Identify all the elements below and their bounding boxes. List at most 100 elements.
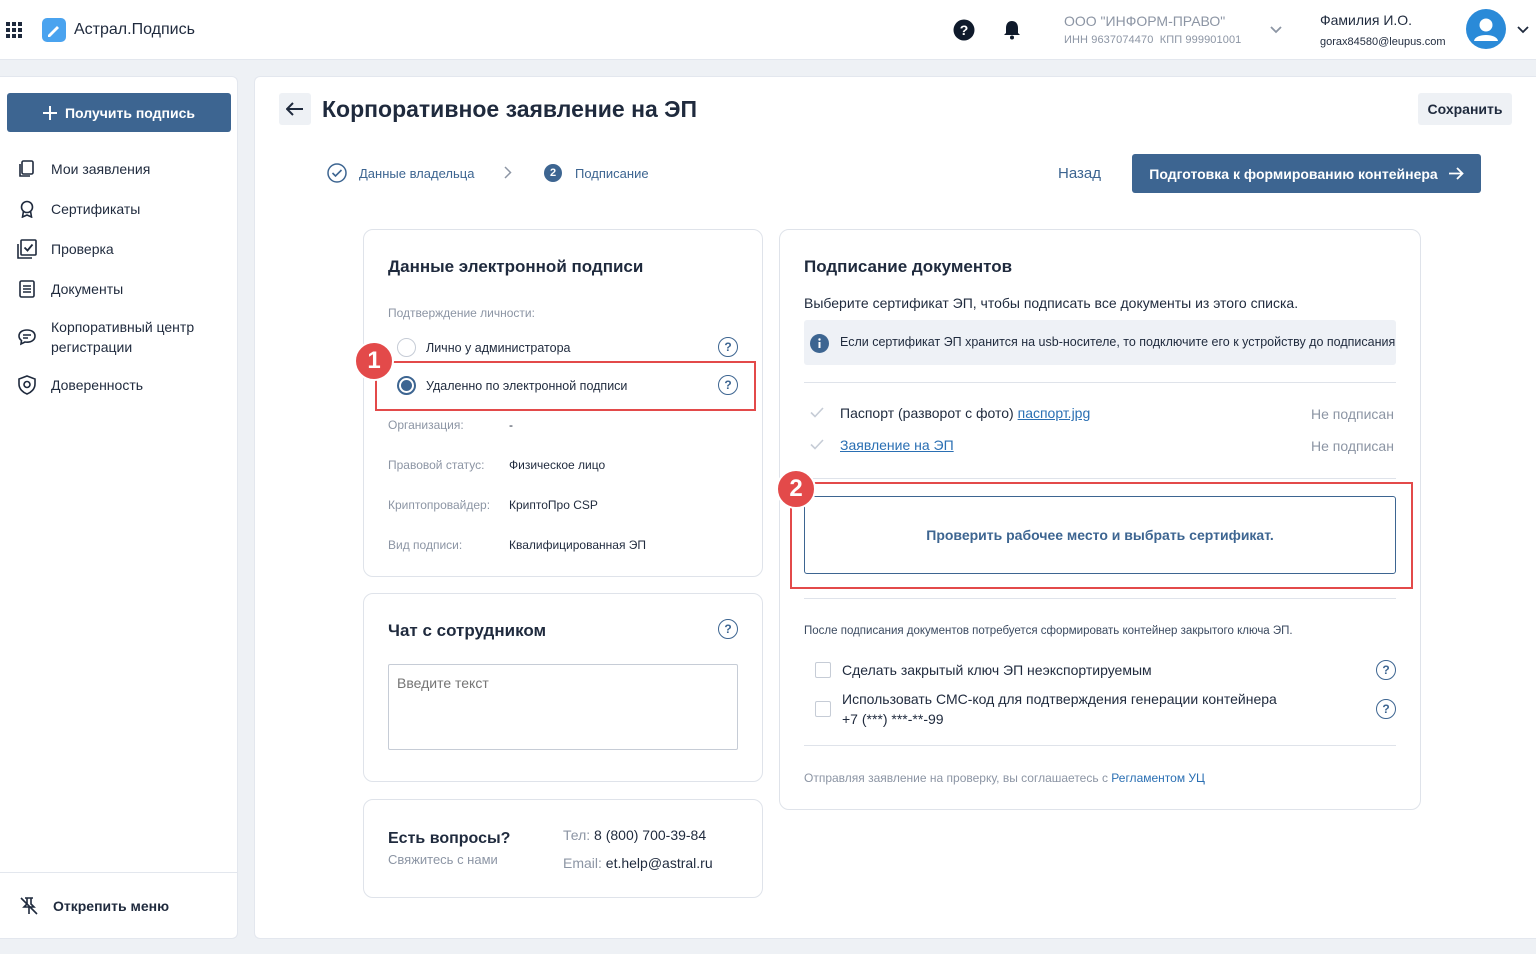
sidebar-item-corporate-center[interactable]: Корпоративный центр регистрации	[16, 317, 231, 357]
document-status: Не подписан	[1311, 406, 1394, 422]
avatar[interactable]	[1466, 9, 1506, 49]
sidebar-divider	[0, 872, 238, 873]
field-label-crypto-provider: Криптопровайдер:	[388, 498, 491, 512]
chat-message-input[interactable]	[388, 664, 738, 750]
org-inn: ИНН 9637074470	[1064, 34, 1154, 46]
arrow-left-icon	[286, 102, 303, 116]
apps-grid-icon[interactable]	[6, 22, 22, 38]
bell-icon[interactable]	[1003, 20, 1021, 40]
shield-icon	[16, 375, 38, 395]
email-row: Email: et.help@astral.ru	[563, 855, 713, 871]
divider	[804, 382, 1396, 383]
brand-name[interactable]: Астрал.Подпись	[74, 21, 195, 39]
check-workplace-label: Проверить рабочее место и выбрать сертиф…	[926, 527, 1274, 543]
email-label: Email:	[563, 855, 602, 871]
step-marker-1: 1	[354, 341, 394, 381]
help-in-person-icon[interactable]: ?	[718, 337, 738, 357]
contacts-subtitle: Свяжитесь с нами	[388, 852, 498, 867]
sidebar-item-label: Сертификаты	[51, 201, 141, 217]
sms-code-checkbox[interactable]	[815, 701, 831, 717]
regulations-link[interactable]: Регламентом УЦ	[1111, 771, 1205, 785]
step-owner-data[interactable]: Данные владельца	[359, 166, 474, 181]
radio-in-person[interactable]	[397, 338, 416, 357]
non-exportable-checkbox[interactable]	[815, 662, 831, 678]
document-link[interactable]: паспорт.jpg	[1018, 405, 1091, 421]
prepare-container-label: Подготовка к формированию контейнера	[1149, 165, 1438, 182]
step-number: 2	[549, 167, 557, 179]
sidebar-item-power-of-attorney[interactable]: Доверенность	[16, 375, 231, 395]
sidebar-item-certificates[interactable]: Сертификаты	[16, 199, 231, 219]
award-icon	[16, 199, 38, 219]
non-exportable-label[interactable]: Сделать закрытый ключ ЭП неэкспортируемы…	[842, 662, 1152, 678]
sidebar-item-documents[interactable]: Документы	[16, 279, 231, 299]
field-value-legal-status: Физическое лицо	[509, 458, 606, 472]
chevron-right-icon	[504, 166, 512, 179]
save-button[interactable]: Сохранить	[1418, 93, 1512, 125]
document-name: Паспорт (разворот с фото)	[840, 405, 1014, 421]
chat-help-icon[interactable]: ?	[718, 619, 738, 639]
field-label-legal-status: Правовой статус:	[388, 458, 485, 472]
documents-icon	[16, 159, 38, 179]
sms-code-help-icon[interactable]: ?	[1376, 699, 1396, 719]
unpin-label: Открепить меню	[53, 898, 170, 914]
check-workplace-button[interactable]: Проверить рабочее место и выбрать сертиф…	[804, 496, 1396, 574]
sidebar-item-label: Документы	[51, 281, 124, 297]
identity-label: Подтверждение личности:	[388, 306, 535, 320]
agreement-text: Отправляя заявление на проверку, вы согл…	[804, 771, 1108, 785]
document-list-icon	[16, 279, 38, 299]
field-label-signature-type: Вид подписи:	[388, 538, 463, 552]
check-square-icon	[16, 239, 38, 259]
top-header	[0, 0, 1536, 60]
sidebar-item-label: Доверенность	[51, 377, 144, 393]
divider	[804, 745, 1396, 746]
document-status: Не подписан	[1311, 438, 1394, 454]
brand-logo-icon[interactable]	[42, 18, 66, 42]
organization-ids: ИНН 9637074470 КПП 999901001	[1064, 34, 1241, 46]
help-icon[interactable]: ?	[953, 19, 975, 41]
email-address[interactable]: et.help@astral.ru	[606, 855, 713, 871]
signing-description: Выберите сертификат ЭП, чтобы подписать …	[804, 295, 1299, 311]
agreement-row: Отправляя заявление на проверку, вы согл…	[804, 771, 1205, 785]
sidebar-item-label: Проверка	[51, 241, 114, 257]
radio-in-person-label[interactable]: Лично у администратора	[426, 341, 571, 355]
field-value-crypto-provider: КриптоПро CSP	[509, 498, 598, 512]
get-signature-button[interactable]: Получить подпись	[7, 93, 231, 132]
phone-number[interactable]: 8 (800) 700-39-84	[594, 827, 706, 843]
user-name[interactable]: Фамилия И.О.	[1320, 12, 1412, 28]
help-remote-icon[interactable]: ?	[718, 375, 738, 395]
signing-card-title: Подписание документов	[804, 257, 1013, 276]
doc-check-icon	[810, 407, 824, 418]
back-arrow-button[interactable]	[279, 93, 311, 125]
unpin-menu-button[interactable]: Открепить меню	[18, 896, 233, 916]
after-signing-note: После подписания документов потребуется …	[804, 625, 1293, 637]
sms-phone-mask: +7 (***) ***-**-99	[842, 711, 944, 727]
radio-remote[interactable]	[397, 376, 416, 395]
chat-card-title: Чат с сотрудником	[388, 621, 547, 640]
sidebar-item-check[interactable]: Проверка	[16, 239, 231, 259]
page-title: Корпоративное заявление на ЭП	[322, 96, 698, 122]
get-signature-label: Получить подпись	[64, 104, 195, 121]
sidebar-item-label: Мои заявления	[51, 161, 151, 177]
document-row-application: Заявление на ЭП	[840, 437, 954, 453]
info-text: Если сертификат ЭП хранится на usb-носит…	[840, 335, 1396, 349]
field-value-organization: -	[509, 418, 513, 432]
step-marker-2: 2	[776, 469, 816, 509]
sms-code-label[interactable]: Использовать СМС-код для подтверждения г…	[842, 691, 1277, 707]
step-done-check-icon	[327, 163, 347, 183]
unpin-icon	[18, 896, 40, 916]
back-button[interactable]: Назад	[1058, 165, 1101, 182]
prepare-container-button[interactable]: Подготовка к формированию контейнера	[1132, 154, 1481, 193]
document-link[interactable]: Заявление на ЭП	[840, 437, 954, 453]
radio-remote-label[interactable]: Удаленно по электронной подписи	[426, 379, 627, 393]
info-icon	[810, 334, 829, 353]
org-chevron-down-icon[interactable]	[1270, 26, 1282, 34]
svg-text:?: ?	[960, 22, 969, 38]
contacts-title: Есть вопросы?	[388, 830, 511, 847]
organization-name[interactable]: ООО "ИНФОРМ-ПРАВО"	[1064, 13, 1225, 29]
step-signing[interactable]: Подписание	[575, 166, 649, 181]
arrow-right-icon	[1448, 167, 1464, 180]
non-exportable-help-icon[interactable]: ?	[1376, 660, 1396, 680]
phone-label: Тел:	[563, 827, 591, 843]
sidebar-item-my-applications[interactable]: Мои заявления	[16, 159, 231, 179]
user-chevron-down-icon[interactable]	[1517, 26, 1529, 34]
